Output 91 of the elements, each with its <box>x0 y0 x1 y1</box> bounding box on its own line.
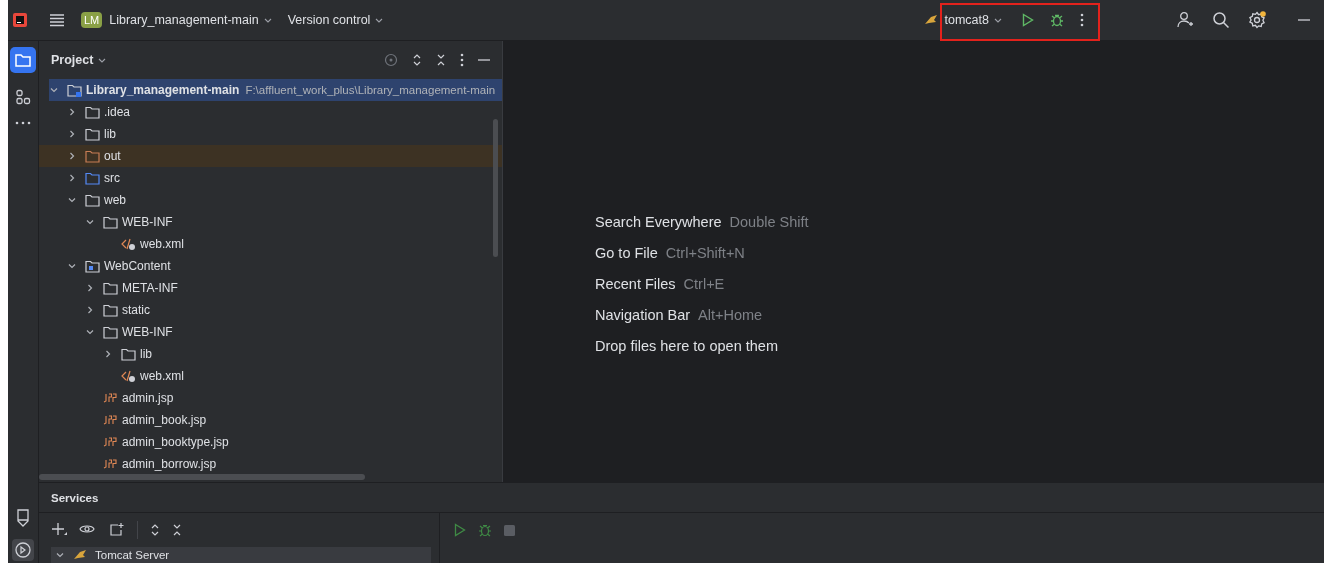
structure-icon[interactable] <box>15 89 31 105</box>
folder-icon <box>85 149 100 163</box>
search-icon[interactable] <box>1212 11 1230 29</box>
editor-hint: Navigation Bar Alt+Home <box>595 307 764 323</box>
chevron-icon[interactable] <box>67 151 77 161</box>
chevron-icon[interactable] <box>67 173 77 183</box>
tree-row[interactable]: out <box>39 145 502 167</box>
vcs-selector[interactable]: Version control <box>283 11 388 29</box>
folder-icon <box>67 83 82 97</box>
tree-row[interactable]: WebContent <box>39 255 502 277</box>
expand-all-icon[interactable] <box>150 523 160 537</box>
folder-icon <box>85 171 100 185</box>
tree-row[interactable]: admin.jsp <box>39 387 502 409</box>
collapse-all-icon[interactable] <box>172 523 182 537</box>
folder-icon <box>103 215 118 229</box>
folder-icon <box>85 259 100 273</box>
folder-icon <box>85 193 100 207</box>
run-config-selector[interactable]: tomcat8 <box>944 11 1006 29</box>
editor-hint: Drop files here to open them <box>595 338 779 354</box>
tree-row[interactable]: WEB-INF <box>39 321 502 343</box>
folder-icon <box>85 105 100 119</box>
folder-icon[interactable] <box>10 47 36 73</box>
add-user-icon[interactable] <box>1176 11 1194 29</box>
project-switcher[interactable]: LM Library_management-main <box>77 10 276 30</box>
chevron-icon[interactable] <box>67 195 77 205</box>
panel-title: Services <box>51 491 99 504</box>
more-icon[interactable] <box>15 121 31 125</box>
scrollbar[interactable] <box>493 119 498 257</box>
jsp-file-icon <box>103 457 118 471</box>
folder-icon <box>85 127 100 141</box>
chevron-icon <box>375 17 384 23</box>
folder-icon <box>103 325 118 339</box>
expand-all-icon[interactable] <box>412 53 422 67</box>
collapse-all-icon[interactable] <box>436 53 446 67</box>
jsp-file-icon <box>103 435 118 449</box>
tomcat-icon <box>923 14 938 26</box>
chevron-icon[interactable] <box>67 129 77 139</box>
build-icon[interactable] <box>16 509 30 527</box>
scrollbar[interactable] <box>39 474 365 480</box>
chevron-icon <box>98 57 107 63</box>
chevron-icon <box>994 17 1002 23</box>
chevron-icon[interactable] <box>67 107 77 117</box>
debug-icon[interactable] <box>1050 13 1064 27</box>
tree-row[interactable]: web <box>39 189 502 211</box>
options-icon[interactable] <box>460 53 464 67</box>
tree-row[interactable]: lib <box>39 123 502 145</box>
tree-row[interactable]: WEB-INF <box>39 211 502 233</box>
locate-icon[interactable] <box>384 53 398 67</box>
editor-hint: Search Everywhere Double Shift <box>595 214 809 230</box>
tree-row[interactable]: web.xml <box>39 233 502 255</box>
tree-row[interactable]: Tomcat Server <box>51 547 431 563</box>
jsp-file-icon <box>103 391 118 405</box>
tree-row[interactable]: admin_book.jsp <box>39 409 502 431</box>
jsp-file-icon <box>103 413 118 427</box>
settings-icon[interactable] <box>1248 11 1266 29</box>
chevron-icon[interactable] <box>85 217 95 227</box>
run-icon[interactable] <box>454 523 466 537</box>
xml-file-icon <box>121 237 136 251</box>
chevron-icon[interactable] <box>85 305 95 315</box>
more-icon[interactable] <box>1080 13 1084 27</box>
tree-row[interactable]: META-INF <box>39 277 502 299</box>
project-view-selector[interactable]: Project <box>47 53 111 67</box>
tomcat-icon <box>73 549 87 561</box>
editor-hint: Go to File Ctrl+Shift+N <box>595 245 746 261</box>
folder-icon <box>103 281 118 295</box>
tree-row[interactable]: lib <box>39 343 502 365</box>
chevron-icon[interactable] <box>103 349 113 359</box>
run-icon[interactable] <box>1022 13 1034 27</box>
xml-file-icon <box>121 369 136 383</box>
chevron-icon[interactable] <box>85 327 95 337</box>
tree-row[interactable]: Library_management-main F:\affluent_work_plus\Library_management-main <box>49 79 502 101</box>
chevron-icon[interactable] <box>55 550 65 560</box>
tree-row[interactable]: web.xml <box>39 365 502 387</box>
menu-icon[interactable] <box>49 13 65 27</box>
folder-icon <box>103 303 118 317</box>
chevron-icon <box>263 17 272 23</box>
editor-hint: Recent Files Ctrl+E <box>595 276 726 292</box>
add-icon[interactable] <box>51 522 67 538</box>
chevron-icon[interactable] <box>49 85 59 95</box>
tree-row[interactable]: admin_borrow.jsp <box>39 453 502 475</box>
new-tab-icon[interactable] <box>109 522 125 538</box>
app-logo-icon <box>13 13 27 27</box>
folder-icon <box>121 347 136 361</box>
debug-icon[interactable] <box>478 523 492 537</box>
tree-row[interactable]: .idea <box>39 101 502 123</box>
chevron-icon[interactable] <box>67 261 77 271</box>
tree-row[interactable]: src <box>39 167 502 189</box>
chevron-icon[interactable] <box>85 283 95 293</box>
services-icon[interactable] <box>12 539 34 561</box>
tree-row[interactable]: static <box>39 299 502 321</box>
tree-row[interactable]: admin_booktype.jsp <box>39 431 502 453</box>
